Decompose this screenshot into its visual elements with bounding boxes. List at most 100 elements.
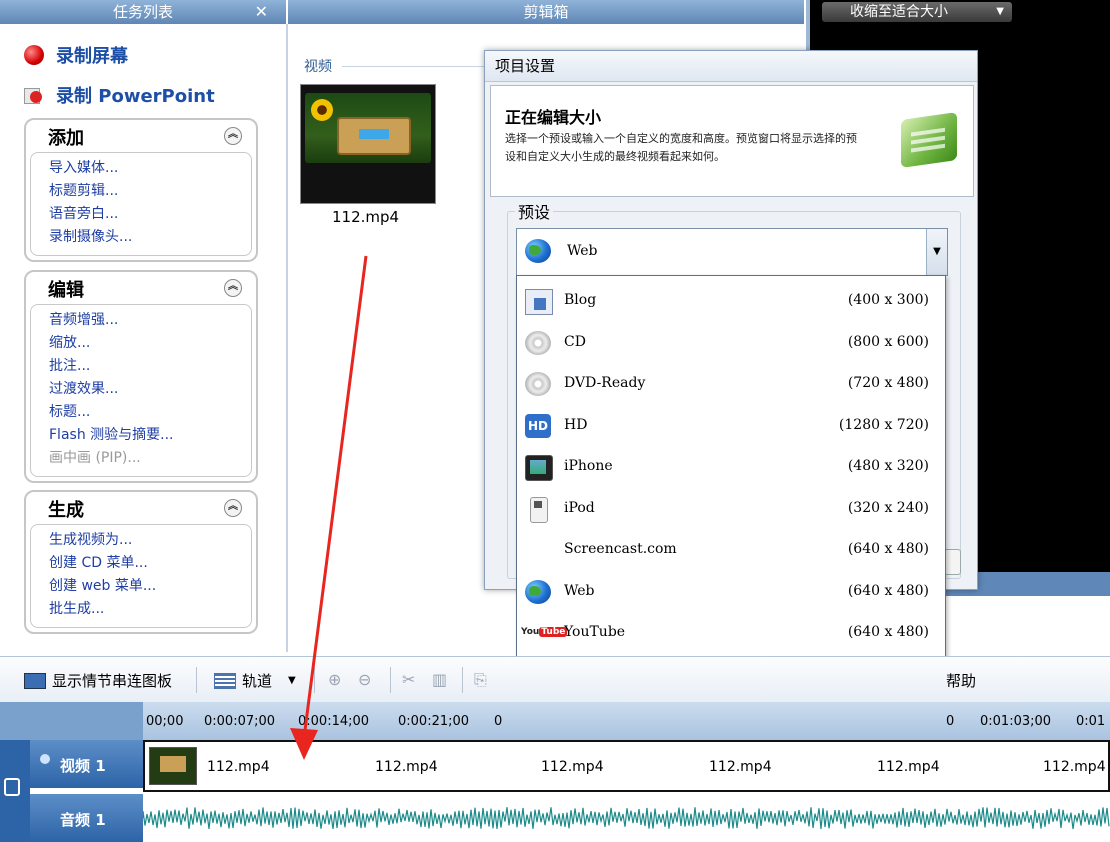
screencast-icon xyxy=(525,538,551,562)
tracks-icon xyxy=(214,672,236,689)
task-link[interactable]: 创建 web 菜单... xyxy=(49,575,251,598)
ruler-tick: 0:00:21;00 xyxy=(398,714,470,729)
preset-select-value: Web xyxy=(567,243,598,259)
collapse-icon[interactable]: ︽ xyxy=(224,279,242,297)
ruler-tick: 0:01 xyxy=(1076,714,1106,729)
preset-option[interactable]: You Tube YouTube (640 x 480) xyxy=(517,612,945,654)
task-link[interactable]: 音频增强... xyxy=(49,309,251,332)
section-divider xyxy=(342,66,492,67)
record-ppt-button[interactable]: 录制 PowerPoint xyxy=(24,82,215,108)
preset-option-name: iPhone xyxy=(564,458,613,474)
storyboard-icon xyxy=(24,672,46,689)
audio-waveform xyxy=(143,807,1110,830)
audio-track-label: 音频 1 xyxy=(60,811,106,829)
task-link[interactable]: 录制摄像头... xyxy=(49,226,251,249)
clip-name: 112.mp4 xyxy=(332,208,400,226)
timeline-ruler[interactable]: 00;00 0:00:07;00 0:00:14;00 0:00:21;00 0… xyxy=(0,702,1110,740)
task-link[interactable]: 导入媒体... xyxy=(49,157,251,180)
preset-option-size: (800 x 600) xyxy=(847,333,929,350)
preset-option-size: (720 x 480) xyxy=(847,375,929,391)
zoom-select[interactable]: 收缩至适合大小 ▼ xyxy=(822,2,1012,22)
clip-label: 112.mp4 xyxy=(207,759,270,775)
task-link[interactable]: 创建 CD 菜单... xyxy=(49,552,251,575)
group-body: 导入媒体... 标题剪辑... 语音旁白... 录制摄像头... xyxy=(30,152,252,256)
storyboard-button[interactable]: 显示情节串连图板 xyxy=(24,670,172,691)
lock-icon[interactable] xyxy=(4,778,20,796)
dialog-heading: 正在编辑大小 xyxy=(505,108,602,127)
preset-option[interactable]: HD HD (1280 x 720) xyxy=(517,405,945,447)
clip-label: 112.mp4 xyxy=(709,759,772,775)
ruler-tick: 0:00:07;00 xyxy=(204,714,276,729)
preset-option-name: Blog xyxy=(564,292,597,308)
extend-frame-icon[interactable]: ⎘ xyxy=(474,670,487,690)
chevron-down-icon[interactable]: ▼ xyxy=(926,229,947,275)
record-screen-label: 录制屏幕 xyxy=(56,46,128,67)
group-title-text: 添加 xyxy=(48,128,84,149)
record-ppt-label: 录制 PowerPoint xyxy=(56,86,215,107)
cd-icon xyxy=(525,330,551,355)
preset-option[interactable]: iPhone (480 x 320) xyxy=(517,446,945,488)
globe-icon xyxy=(525,579,551,604)
task-link[interactable]: 生成视频为... xyxy=(49,529,251,552)
collapse-icon[interactable]: ︽ xyxy=(224,127,242,145)
blog-icon xyxy=(525,289,553,315)
group-title: 添加 ︽ xyxy=(26,120,256,152)
task-link[interactable]: 批生成... xyxy=(49,598,251,621)
audio-clip[interactable] xyxy=(143,794,1110,842)
preset-option-name: HD xyxy=(564,416,588,433)
preset-select[interactable]: Web ▼ xyxy=(516,228,948,276)
preset-option[interactable]: Web (640 x 480) xyxy=(517,571,945,613)
collapse-icon[interactable]: ︽ xyxy=(224,499,242,517)
group-title-text: 编辑 xyxy=(48,280,84,301)
task-link[interactable]: 画中画 (PIP)... xyxy=(49,447,251,470)
task-link[interactable]: 批注... xyxy=(49,355,251,378)
help-button[interactable]: 帮助 xyxy=(946,670,976,691)
preset-option[interactable]: DVD-Ready (720 x 480) xyxy=(517,363,945,405)
close-icon[interactable]: ✕ xyxy=(255,0,268,24)
group-title: 编辑 ︽ xyxy=(26,272,256,304)
ruler-tick: 0:00:14;00 xyxy=(298,714,370,729)
thumbnail-image xyxy=(305,93,431,163)
chevron-down-icon: ▼ xyxy=(996,6,1004,17)
task-link[interactable]: 过渡效果... xyxy=(49,378,251,401)
video-clip[interactable]: 112.mp4 112.mp4 112.mp4 112.mp4 112.mp4 … xyxy=(143,740,1110,792)
task-link[interactable]: 标题剪辑... xyxy=(49,180,251,203)
record-screen-button[interactable]: 录制屏幕 xyxy=(24,42,128,68)
toolbar-separator xyxy=(196,667,197,693)
zoom-out-icon[interactable]: ⊖ xyxy=(358,670,371,689)
preset-option[interactable]: iPod (320 x 240) xyxy=(517,488,945,530)
toolbar-separator xyxy=(462,667,463,693)
group-title: 生成 ︽ xyxy=(26,492,256,524)
preset-option[interactable]: Screencast.com (640 x 480) xyxy=(517,529,945,571)
clip-bin-title: 剪辑箱 xyxy=(523,3,569,21)
toolbar-separator xyxy=(314,667,315,693)
group-produce: 生成 ︽ 生成视频为... 创建 CD 菜单... 创建 web 菜单... 批生成.… xyxy=(24,490,258,634)
group-add: 添加 ︽ 导入媒体... 标题剪辑... 语音旁白... 录制摄像头... xyxy=(24,118,258,262)
storyboard-label: 显示情节串连图板 xyxy=(52,672,173,690)
tracks-button[interactable]: 轨道 ▼ xyxy=(214,670,296,691)
ruler-tick: 0 xyxy=(494,714,503,729)
task-link[interactable]: Flash 测验与摘要... xyxy=(49,424,251,447)
clip-thumbnail xyxy=(149,747,197,785)
task-link[interactable]: 缩放... xyxy=(49,332,251,355)
task-link[interactable]: 标题... xyxy=(49,401,251,424)
task-pane-header: 任务列表 ✕ xyxy=(0,0,286,25)
preset-option[interactable]: Blog (400 x 300) xyxy=(517,280,945,322)
split-icon[interactable]: ▥ xyxy=(432,670,447,689)
dvd-icon xyxy=(525,372,551,396)
clip-label: 112.mp4 xyxy=(877,759,940,775)
clip-label: 112.mp4 xyxy=(1043,759,1106,775)
sunflower-icon xyxy=(311,99,333,121)
cut-icon[interactable]: ✂ xyxy=(402,670,415,689)
preset-option-name: YouTube xyxy=(564,624,626,640)
zoom-in-icon[interactable]: ⊕ xyxy=(328,670,341,689)
task-link[interactable]: 语音旁白... xyxy=(49,203,251,226)
preset-option-size: (400 x 300) xyxy=(847,292,929,308)
thumbnail-sign xyxy=(337,117,411,155)
preset-option-size: (480 x 320) xyxy=(847,458,929,474)
preset-option-size: (640 x 480) xyxy=(847,541,929,557)
clip-thumbnail[interactable] xyxy=(300,84,436,204)
preset-option[interactable]: CD (800 x 600) xyxy=(517,322,945,364)
record-icon xyxy=(24,45,44,65)
group-body: 生成视频为... 创建 CD 菜单... 创建 web 菜单... 批生成... xyxy=(30,524,252,628)
